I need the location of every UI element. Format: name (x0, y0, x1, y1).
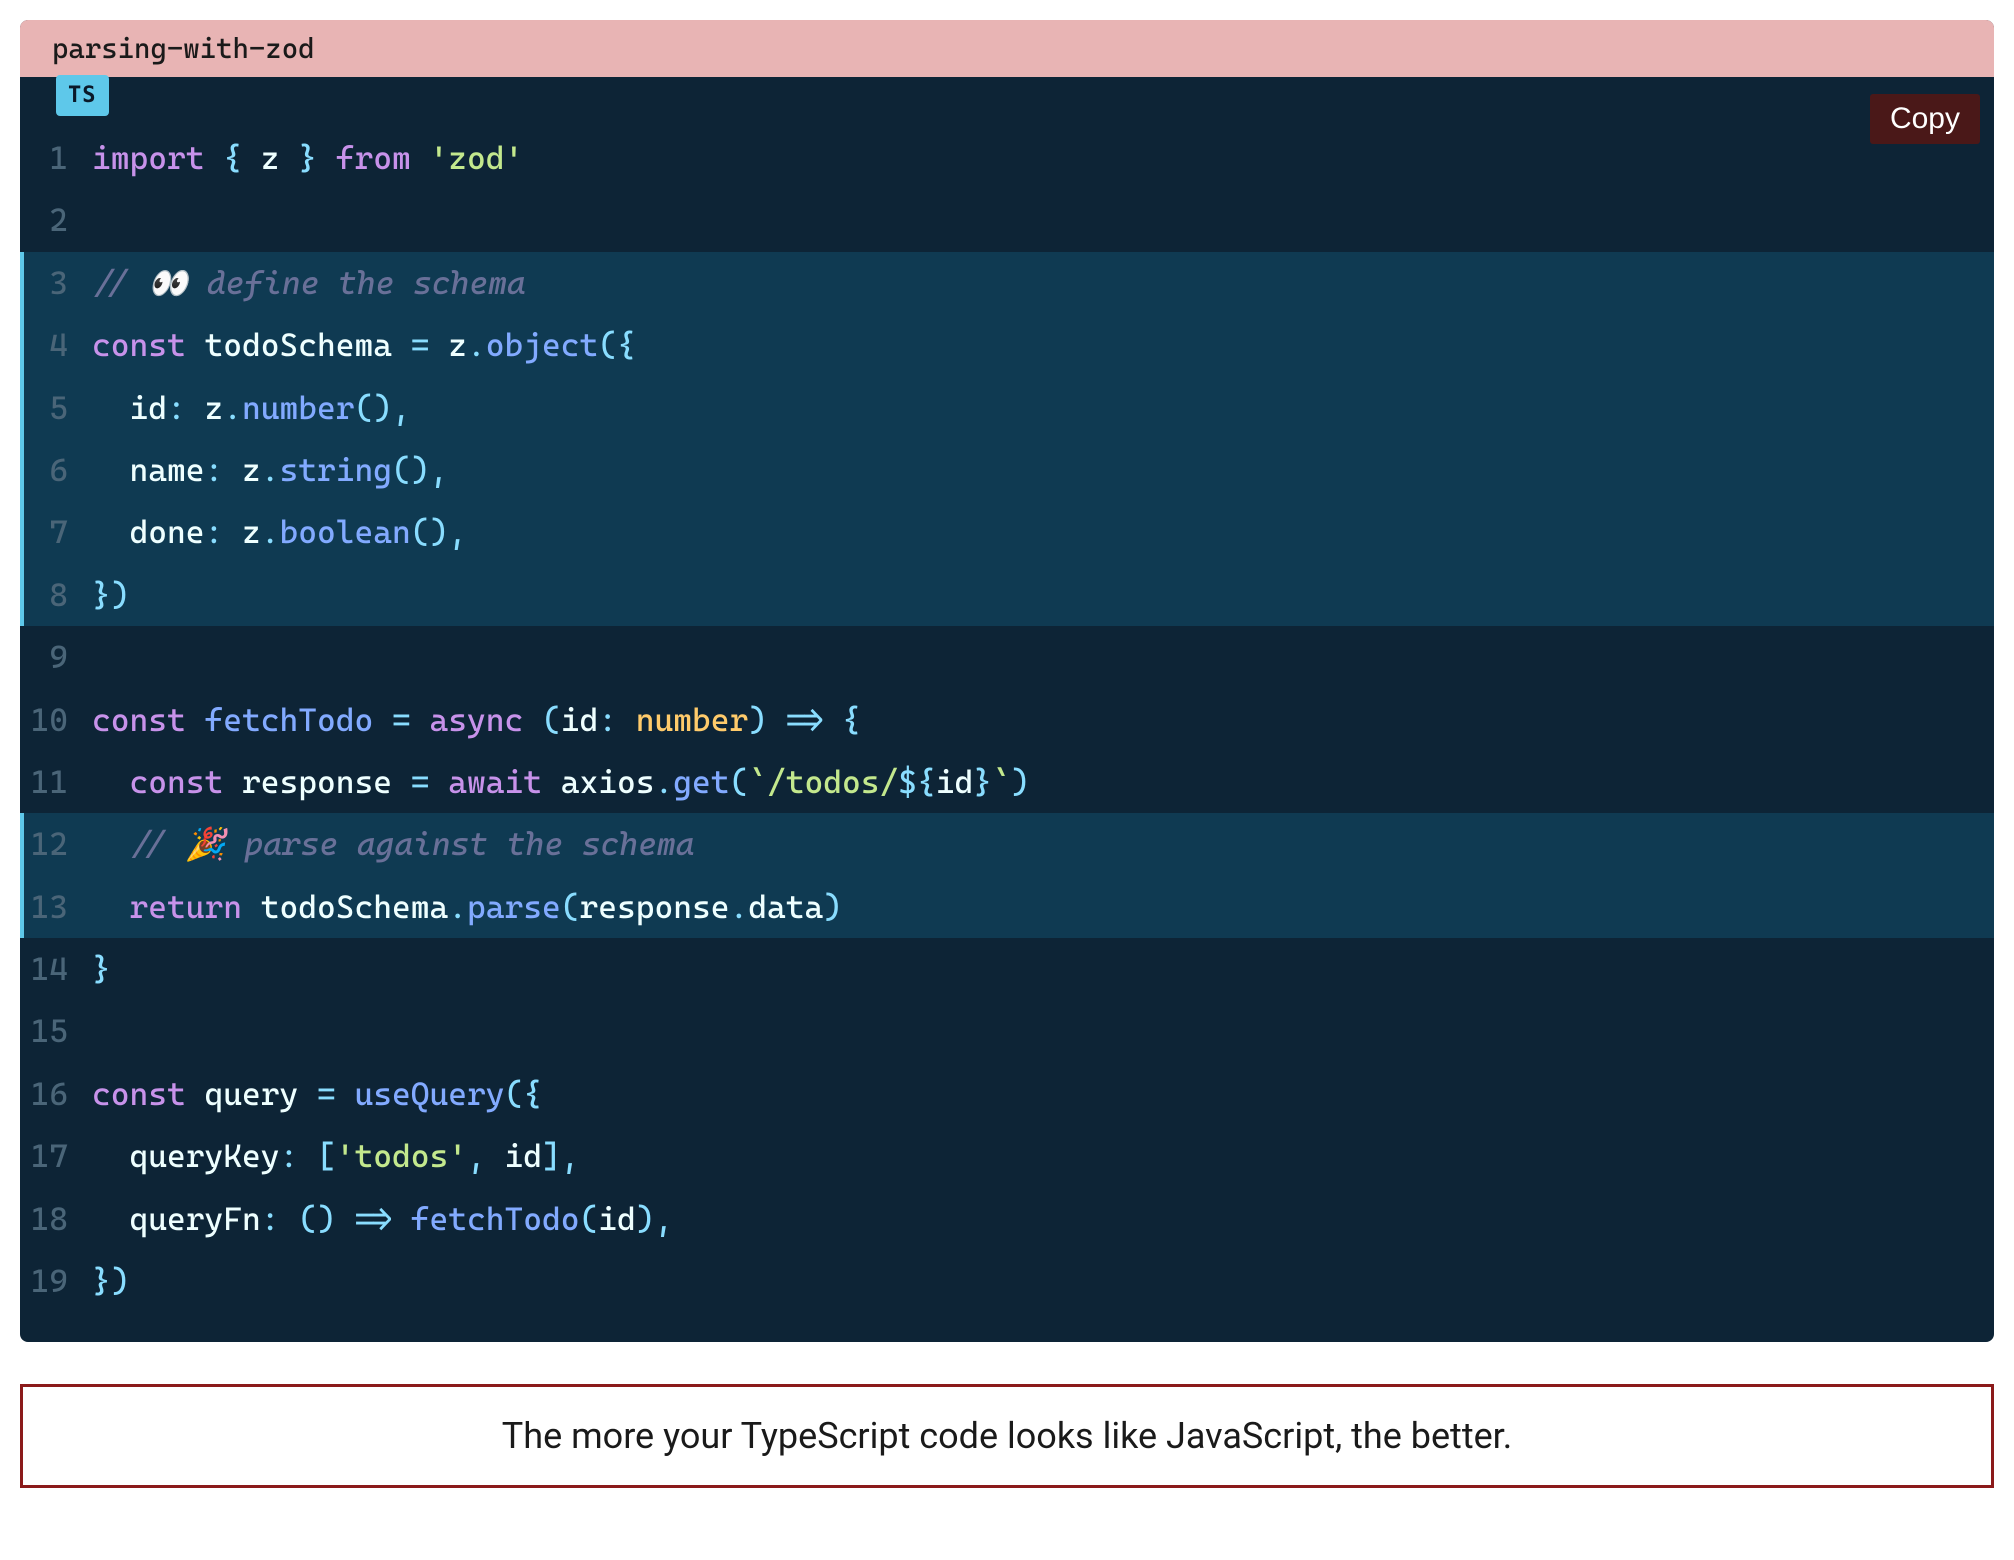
code-line: 7 done: z.boolean(), (20, 501, 1994, 563)
copy-button[interactable]: Copy (1870, 94, 1980, 144)
code-content: const fetchTodo = async (id: number) => … (92, 689, 1994, 751)
code-line: 6 name: z.string(), (20, 439, 1994, 501)
code-line: 17 queryKey: ['todos', id], (20, 1125, 1994, 1187)
code-area: 1import { z } from 'zod'2 3// 👀 define t… (20, 77, 1994, 1342)
code-line: 15 (20, 1000, 1994, 1062)
line-number: 7 (24, 501, 92, 563)
line-number: 10 (24, 689, 92, 751)
language-badge: TS (56, 75, 109, 116)
code-line: 11 const response = await axios.get(`/to… (20, 751, 1994, 813)
code-line: 10const fetchTodo = async (id: number) =… (20, 689, 1994, 751)
line-number: 8 (24, 564, 92, 626)
code-content: import { z } from 'zod' (92, 127, 1994, 189)
code-line: 4const todoSchema = z.object({ (20, 314, 1994, 376)
code-content (92, 1000, 1994, 1062)
line-number: 9 (24, 626, 92, 688)
code-line: 12 // 🎉 parse against the schema (20, 813, 1994, 875)
code-title: parsing-with-zod (52, 32, 315, 65)
code-line: 16const query = useQuery({ (20, 1063, 1994, 1125)
code-line: 1import { z } from 'zod' (20, 127, 1994, 189)
code-content: name: z.string(), (92, 439, 1994, 501)
code-line: 2 (20, 189, 1994, 251)
code-content: } (92, 938, 1994, 1000)
code-content: const todoSchema = z.object({ (92, 314, 1994, 376)
line-number: 18 (24, 1188, 92, 1250)
code-content: return todoSchema.parse(response.data) (92, 876, 1994, 938)
code-content: const response = await axios.get(`/todos… (92, 751, 1994, 813)
code-line: 14} (20, 938, 1994, 1000)
line-number: 1 (24, 127, 92, 189)
line-number: 19 (24, 1250, 92, 1312)
code-line: 9 (20, 626, 1994, 688)
code-content (92, 189, 1994, 251)
line-number: 2 (24, 189, 92, 251)
line-number: 6 (24, 439, 92, 501)
code-line: 3// 👀 define the schema (20, 252, 1994, 314)
callout-text: The more your TypeScript code looks like… (502, 1415, 1512, 1457)
line-number: 14 (24, 938, 92, 1000)
code-content: queryFn: () => fetchTodo(id), (92, 1188, 1994, 1250)
line-number: 3 (24, 252, 92, 314)
code-content: }) (92, 564, 1994, 626)
code-content: id: z.number(), (92, 377, 1994, 439)
code-line: 19}) (20, 1250, 1994, 1312)
code-block: parsing-with-zod TS Copy 1import { z } f… (20, 20, 1994, 1342)
line-number: 15 (24, 1000, 92, 1062)
line-number: 12 (24, 813, 92, 875)
line-number: 16 (24, 1063, 92, 1125)
code-content: }) (92, 1250, 1994, 1312)
line-number: 13 (24, 876, 92, 938)
code-content: done: z.boolean(), (92, 501, 1994, 563)
code-line: 13 return todoSchema.parse(response.data… (20, 876, 1994, 938)
code-line: 18 queryFn: () => fetchTodo(id), (20, 1188, 1994, 1250)
line-number: 4 (24, 314, 92, 376)
code-header: parsing-with-zod TS (20, 20, 1994, 77)
line-number: 5 (24, 377, 92, 439)
code-content: // 👀 define the schema (92, 252, 1994, 314)
line-number: 17 (24, 1125, 92, 1187)
code-content: queryKey: ['todos', id], (92, 1125, 1994, 1187)
code-content (92, 626, 1994, 688)
code-line: 5 id: z.number(), (20, 377, 1994, 439)
code-content: const query = useQuery({ (92, 1063, 1994, 1125)
callout-box: The more your TypeScript code looks like… (20, 1384, 1994, 1488)
line-number: 11 (24, 751, 92, 813)
code-line: 8}) (20, 564, 1994, 626)
code-content: // 🎉 parse against the schema (92, 813, 1994, 875)
